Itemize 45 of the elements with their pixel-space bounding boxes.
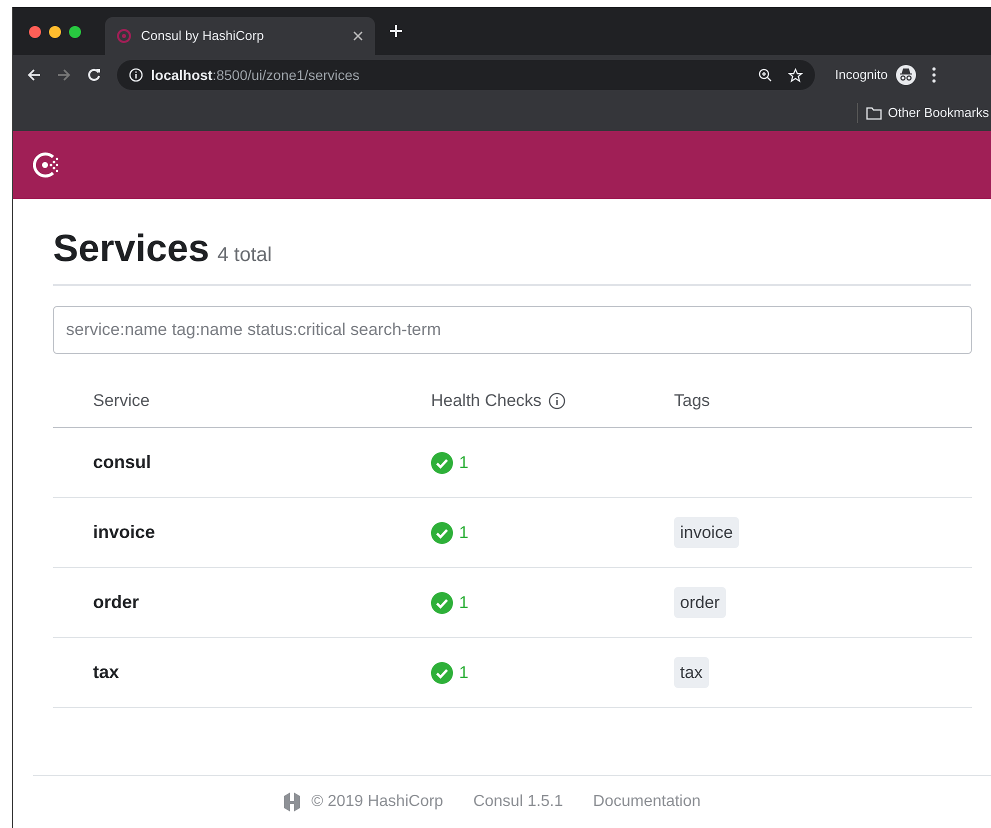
tab-title: Consul by HashiCorp	[141, 27, 265, 46]
column-header: Tags	[674, 390, 710, 412]
tag-badge: tax	[674, 656, 709, 688]
address-bar[interactable]: localhost:8500/ui/zone1/services	[117, 60, 815, 90]
service-name[interactable]: order	[93, 589, 140, 616]
reload-icon[interactable]	[87, 68, 101, 82]
passing-count: 1	[459, 452, 468, 474]
page-title: Services	[53, 227, 210, 272]
zoom-icon[interactable]	[758, 68, 772, 82]
consul-logo-icon	[117, 29, 131, 43]
check-circle-icon	[431, 452, 453, 474]
back-arrow-icon[interactable]	[27, 68, 41, 82]
search-field[interactable]: service:name tag:name status:critical search-term	[53, 306, 972, 354]
check-circle-icon	[431, 522, 453, 544]
tag-badge: order	[674, 586, 726, 618]
info-icon[interactable]	[548, 392, 566, 410]
new-tab-icon[interactable]	[389, 24, 403, 38]
consul-logo-icon[interactable]	[33, 151, 61, 179]
passing-count: 1	[459, 662, 468, 684]
forward-arrow-icon[interactable]	[57, 68, 71, 82]
url-text: localhost:8500/ui/zone1/services	[151, 66, 361, 84]
service-count: 4 total	[217, 243, 272, 268]
hashicorp-logo-icon[interactable]	[283, 791, 302, 813]
passing-count: 1	[459, 522, 468, 544]
check-circle-icon	[431, 592, 453, 614]
info-icon	[129, 68, 143, 82]
column-header: Health Checks	[431, 390, 542, 412]
folder-icon	[866, 106, 882, 120]
service-name[interactable]: invoice	[93, 519, 156, 546]
close-window-icon[interactable]	[29, 26, 41, 38]
column-header: Service	[93, 390, 150, 412]
browser-tab[interactable]: Consul by HashiCorp	[105, 17, 375, 55]
maximize-window-icon[interactable]	[69, 26, 81, 38]
tag-badge: invoice	[674, 516, 739, 548]
check-circle-icon	[431, 662, 453, 684]
star-icon[interactable]	[788, 68, 803, 82]
bookmark-link[interactable]: Other Bookmarks	[888, 103, 989, 123]
passing-count: 1	[459, 592, 468, 614]
menu-icon[interactable]	[932, 67, 936, 83]
incognito-icon[interactable]	[896, 65, 916, 85]
service-name[interactable]: consul	[93, 449, 152, 476]
profile-label[interactable]: Incognito	[835, 65, 888, 85]
minimize-window-icon[interactable]	[49, 26, 61, 38]
service-name[interactable]: tax	[93, 659, 120, 686]
close-icon[interactable]	[353, 31, 363, 41]
